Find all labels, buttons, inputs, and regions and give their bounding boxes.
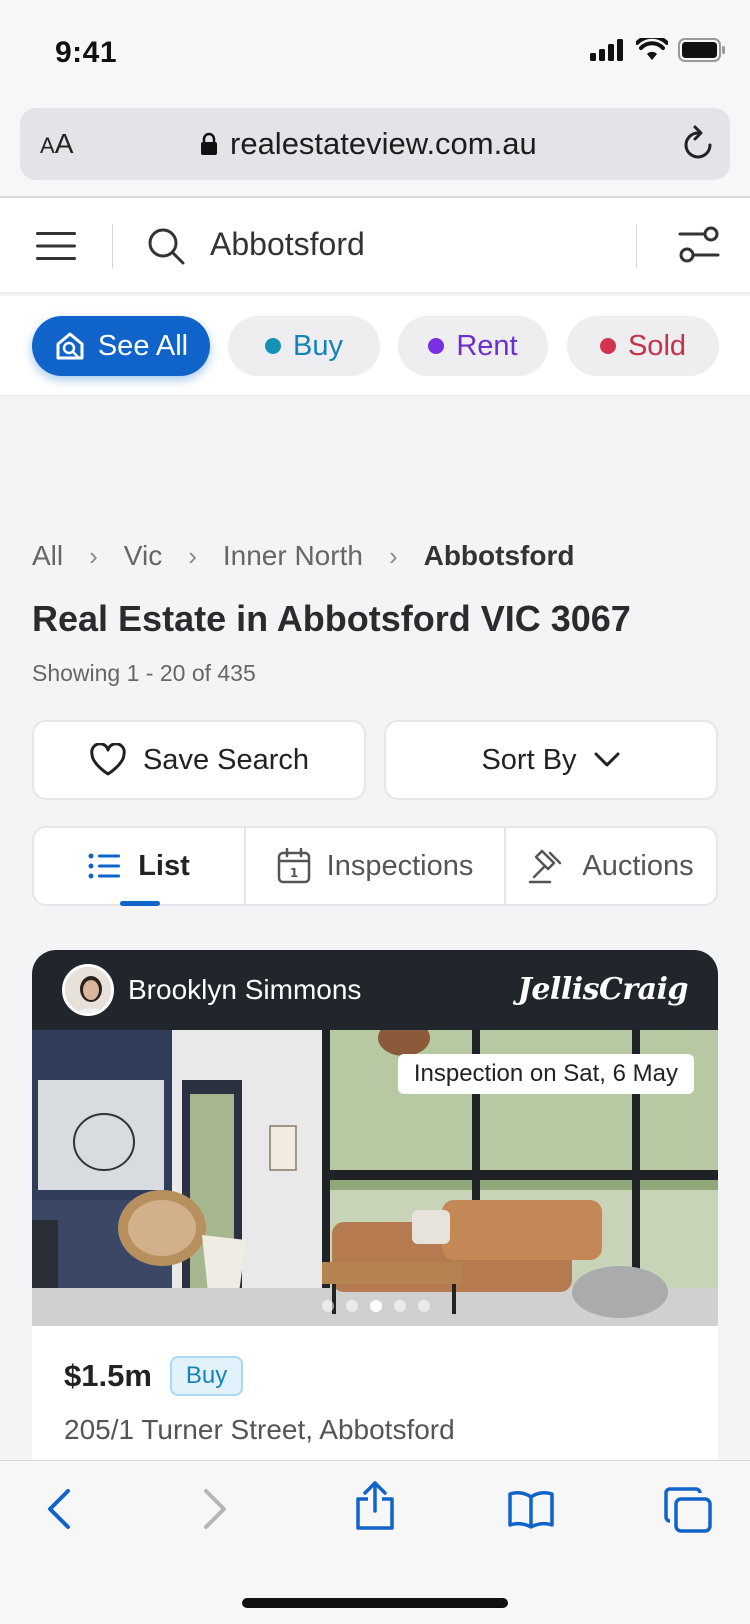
- carousel-dot[interactable]: [418, 1300, 430, 1312]
- save-search-button[interactable]: Save Search: [32, 720, 366, 800]
- breadcrumb-inner-north[interactable]: Inner North: [223, 540, 363, 572]
- breadcrumb-all[interactable]: All: [32, 540, 63, 572]
- agency-logo: JellisCraig: [517, 972, 689, 1007]
- buy-dot-icon: [265, 338, 281, 354]
- browser-address-area: AA realestateview.com.au: [0, 100, 750, 198]
- tab-active-indicator: [120, 901, 160, 906]
- carousel-dot-active[interactable]: [370, 1300, 382, 1312]
- listing-photo[interactable]: Inspection on Sat, 6 May: [32, 1030, 718, 1326]
- chevron-right-icon: ›: [388, 540, 398, 571]
- list-icon: [88, 853, 121, 879]
- listing-price: $1.5m: [64, 1358, 152, 1393]
- browser-toolbar: [0, 1460, 750, 1624]
- chevron-down-icon: [594, 752, 620, 767]
- home-indicator: [242, 1598, 508, 1608]
- sort-by-button[interactable]: Sort By: [384, 720, 718, 800]
- status-icons: [590, 38, 726, 62]
- search-input[interactable]: Abbotsford: [210, 226, 365, 263]
- signal-icon: [590, 39, 623, 61]
- listing-card-body: $1.5m Buy 205/1 Turner Street, Abbotsfor…: [32, 1326, 718, 1470]
- reload-icon[interactable]: [680, 124, 716, 162]
- chevron-right-icon: ›: [188, 540, 197, 571]
- carousel-dot[interactable]: [394, 1300, 406, 1312]
- chevron-right-icon: ›: [89, 540, 98, 571]
- status-bar: 9:41: [0, 0, 750, 100]
- listing-card[interactable]: Brooklyn Simmons JellisCraig Inspection …: [32, 950, 718, 1470]
- listing-card-header: Brooklyn Simmons JellisCraig: [32, 950, 718, 1030]
- agent-avatar: [62, 964, 114, 1016]
- filter-icon[interactable]: [678, 224, 720, 266]
- carousel-dot[interactable]: [322, 1300, 334, 1312]
- page-title: Real Estate in Abbotsford VIC 3067: [32, 598, 631, 639]
- sold-dot-icon: [599, 338, 616, 354]
- photo-carousel-dots[interactable]: [322, 1300, 430, 1312]
- tab-list[interactable]: List: [34, 828, 244, 906]
- inspection-badge: Inspection on Sat, 6 May: [397, 1054, 694, 1094]
- bookmarks-icon[interactable]: [508, 1489, 554, 1529]
- listing-address: 205/1 Turner Street, Abbotsford: [64, 1414, 455, 1445]
- battery-icon: [678, 38, 725, 62]
- agent-photo: [65, 967, 111, 1013]
- chip-rent[interactable]: Rent: [398, 316, 548, 376]
- wifi-icon: [636, 38, 668, 60]
- breadcrumb: All › Vic › Inner North › Abbotsford: [32, 540, 574, 572]
- chip-buy[interactable]: Buy: [228, 316, 380, 376]
- agent-name: Brooklyn Simmons: [128, 974, 362, 1005]
- hamburger-menu-icon[interactable]: [34, 228, 78, 264]
- tab-auctions[interactable]: Auctions: [504, 828, 716, 904]
- status-time: 9:41: [55, 36, 118, 69]
- back-icon[interactable]: [44, 1487, 74, 1531]
- listing-type-badge: Buy: [169, 1356, 244, 1396]
- lock-icon: [201, 132, 217, 155]
- view-tabs: List 1 Inspections Auctions: [32, 826, 718, 906]
- chip-see-all[interactable]: See All: [32, 316, 210, 376]
- house-search-icon: [56, 332, 84, 360]
- tabs-icon[interactable]: [664, 1487, 712, 1533]
- svg-text:1: 1: [289, 866, 297, 880]
- results-count: Showing 1 - 20 of 435: [32, 660, 256, 686]
- app-header: Abbotsford: [0, 198, 750, 294]
- url-text: realestateview.com.au: [230, 126, 537, 161]
- tab-inspections[interactable]: 1 Inspections: [244, 828, 504, 904]
- heart-icon: [90, 743, 126, 776]
- search-icon[interactable]: [146, 226, 186, 266]
- address-bar[interactable]: AA realestateview.com.au: [20, 108, 730, 180]
- calendar-icon: 1: [277, 848, 310, 884]
- breadcrumb-current: Abbotsford: [423, 540, 575, 571]
- text-size-button[interactable]: AA: [40, 128, 73, 160]
- listing-type-chips: See All Buy Rent Sold: [0, 296, 750, 396]
- share-icon[interactable]: [354, 1481, 396, 1531]
- breadcrumb-vic[interactable]: Vic: [124, 540, 162, 572]
- chip-sold[interactable]: Sold: [567, 316, 719, 376]
- header-divider: [112, 224, 113, 268]
- carousel-dot[interactable]: [346, 1300, 358, 1312]
- header-divider: [636, 224, 637, 268]
- rent-dot-icon: [428, 338, 445, 354]
- forward-icon[interactable]: [200, 1487, 230, 1531]
- gavel-icon: [529, 849, 562, 884]
